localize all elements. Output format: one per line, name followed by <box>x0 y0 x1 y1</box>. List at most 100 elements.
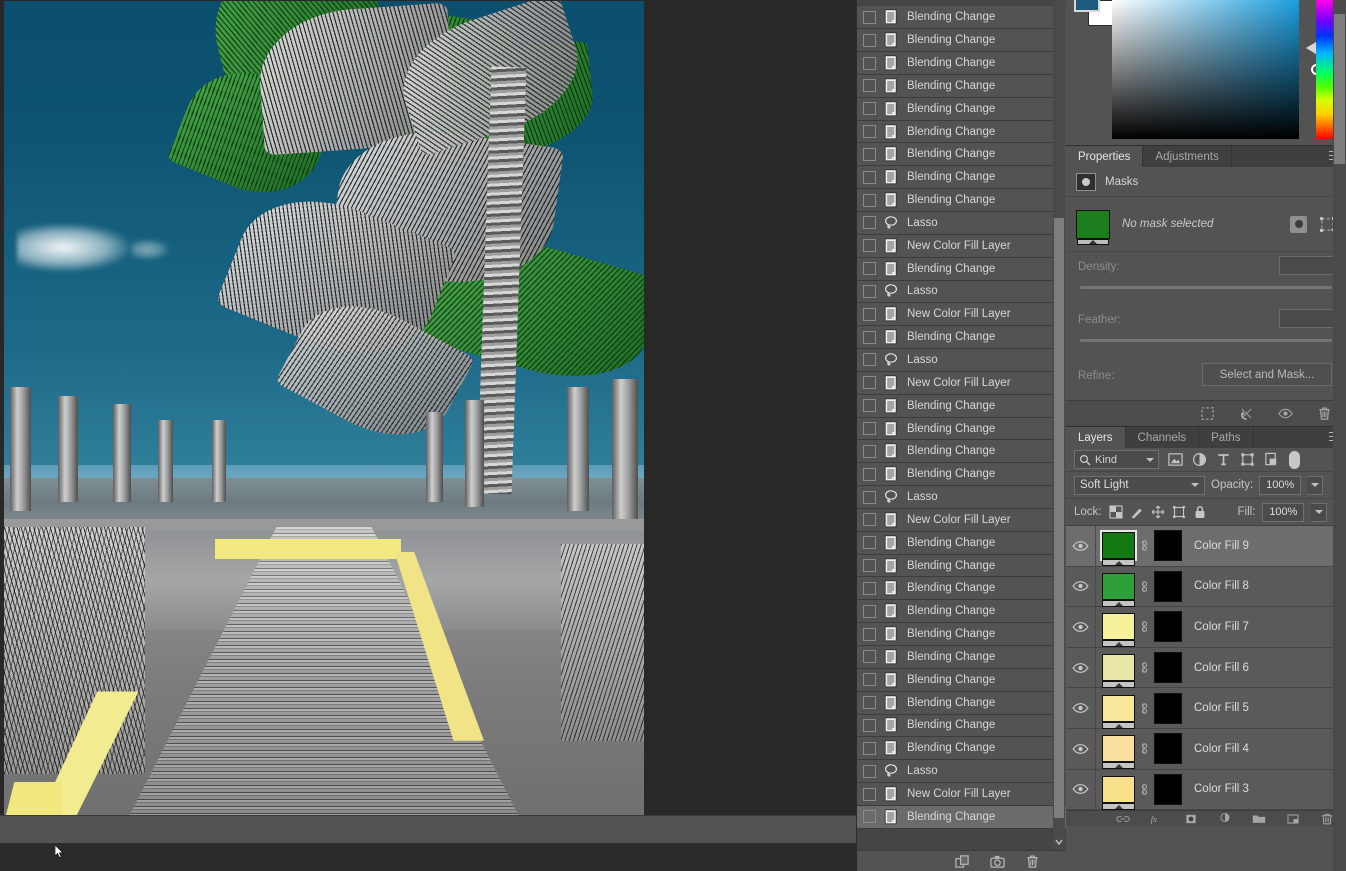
adjustment-layer-filter-icon[interactable] <box>1192 452 1207 467</box>
layer-fill-thumbnail[interactable] <box>1102 694 1135 729</box>
select-and-mask-button[interactable]: Select and Mask... <box>1202 363 1332 386</box>
layers-scrollbar-thumb[interactable] <box>1334 14 1345 164</box>
layer-thumbnails[interactable] <box>1096 773 1182 810</box>
apply-mask-icon[interactable] <box>1239 406 1254 421</box>
layer-thumbnails[interactable] <box>1096 530 1182 567</box>
blend-mode-select[interactable]: Soft Light <box>1074 475 1205 495</box>
history-item[interactable]: Blending Change <box>857 394 1066 418</box>
history-item[interactable]: Blending Change <box>857 805 1066 829</box>
layer-visibility-toggle[interactable] <box>1066 688 1096 728</box>
history-item-snapshot-checkbox[interactable] <box>863 627 876 641</box>
history-item-snapshot-checkbox[interactable] <box>863 262 876 276</box>
history-item-snapshot-checkbox[interactable] <box>863 376 876 390</box>
mask-source-thumbnail[interactable] <box>1076 209 1110 245</box>
layer-visibility-toggle[interactable] <box>1066 526 1096 566</box>
history-item[interactable]: Blending Change <box>857 29 1066 53</box>
history-item-snapshot-checkbox[interactable] <box>863 284 876 298</box>
history-scrollbar-thumb[interactable] <box>1054 218 1064 818</box>
pixel-layer-filter-icon[interactable] <box>1168 452 1183 467</box>
history-item[interactable]: Blending Change <box>857 52 1066 75</box>
history-item-snapshot-checkbox[interactable] <box>863 718 876 732</box>
fill-input[interactable]: 100% <box>1262 502 1305 522</box>
history-item-snapshot-checkbox[interactable] <box>863 399 876 413</box>
layer-mask-thumbnail[interactable] <box>1154 733 1182 765</box>
history-item-snapshot-checkbox[interactable] <box>863 444 876 458</box>
history-item[interactable]: Blending Change <box>857 714 1066 738</box>
tab-channels[interactable]: Channels <box>1125 427 1200 448</box>
filter-kind-select[interactable]: Kind <box>1074 450 1159 469</box>
lock-position-icon[interactable] <box>1151 505 1165 519</box>
history-item[interactable]: Blending Change <box>857 600 1066 624</box>
history-item[interactable]: Lasso <box>857 211 1066 235</box>
history-item-snapshot-checkbox[interactable] <box>863 810 876 824</box>
density-input[interactable] <box>1279 256 1336 275</box>
history-item-snapshot-checkbox[interactable] <box>863 764 876 778</box>
layer-mask-thumbnail[interactable] <box>1154 652 1182 684</box>
link-icon[interactable] <box>1140 620 1149 633</box>
properties-footer[interactable] <box>1066 400 1346 426</box>
layer-filter-row[interactable]: Kind <box>1066 448 1346 472</box>
history-item-snapshot-checkbox[interactable] <box>863 79 876 93</box>
tab-properties[interactable]: Properties <box>1066 146 1144 167</box>
tab-adjustments[interactable]: Adjustments <box>1143 146 1232 167</box>
history-item[interactable]: Blending Change <box>857 463 1066 487</box>
layers-tab-bar[interactable]: Layers Channels Paths <box>1066 426 1346 448</box>
history-item[interactable]: Lasso <box>857 760 1066 784</box>
density-row[interactable]: Density: <box>1066 252 1346 305</box>
history-item[interactable]: Blending Change <box>857 166 1066 190</box>
history-item-snapshot-checkbox[interactable] <box>863 10 876 24</box>
fill-stepper[interactable] <box>1311 502 1328 522</box>
marquee-icon[interactable] <box>1200 406 1215 421</box>
history-item[interactable]: Blending Change <box>857 646 1066 669</box>
layer-fill-thumbnail[interactable] <box>1102 654 1135 689</box>
history-item-snapshot-checkbox[interactable] <box>863 170 876 184</box>
layer-thumbnails[interactable] <box>1096 570 1182 607</box>
link-icon[interactable] <box>1140 702 1149 715</box>
layer-visibility-toggle[interactable] <box>1066 769 1096 810</box>
hue-marker[interactable] <box>1306 42 1316 54</box>
foreground-color-swatch[interactable] <box>1074 0 1100 12</box>
trash-icon[interactable] <box>1317 406 1332 421</box>
history-item-snapshot-checkbox[interactable] <box>863 513 876 527</box>
feather-slider[interactable] <box>1080 339 1332 342</box>
history-item[interactable]: Blending Change <box>857 257 1066 281</box>
smart-object-filter-icon[interactable] <box>1264 452 1279 467</box>
layer-fill-thumbnail[interactable] <box>1102 572 1135 607</box>
layer-visibility-toggle[interactable] <box>1066 647 1096 688</box>
layer-fill-thumbnail[interactable] <box>1102 735 1135 770</box>
history-item[interactable]: Blending Change <box>857 440 1066 464</box>
history-item-snapshot-checkbox[interactable] <box>863 56 876 70</box>
history-scrollbar[interactable] <box>1053 0 1065 850</box>
history-item-snapshot-checkbox[interactable] <box>863 147 876 161</box>
filter-enable-toggle[interactable] <box>1289 450 1300 469</box>
history-item[interactable]: New Color Fill Layer <box>857 371 1066 395</box>
history-item-snapshot-checkbox[interactable] <box>863 604 876 618</box>
history-item[interactable]: Blending Change <box>857 326 1066 350</box>
history-item[interactable]: New Color Fill Layer <box>857 234 1066 258</box>
layers-panel[interactable]: Layers Channels Paths Kind Soft Light Op… <box>1066 0 1346 871</box>
lock-transparent-pixels-icon[interactable] <box>1108 505 1123 519</box>
link-icon[interactable] <box>1140 580 1149 593</box>
history-item[interactable]: Blending Change <box>857 668 1066 692</box>
history-item[interactable]: Lasso <box>857 349 1066 372</box>
lock-image-pixels-icon[interactable] <box>1130 505 1144 519</box>
history-item-snapshot-checkbox[interactable] <box>863 741 876 755</box>
tab-paths[interactable]: Paths <box>1199 427 1254 448</box>
history-item-snapshot-checkbox[interactable] <box>863 353 876 367</box>
layer-fill-thumbnail[interactable] <box>1102 775 1135 810</box>
history-item[interactable]: Lasso <box>857 280 1066 304</box>
layer-mask-thumbnail[interactable] <box>1154 773 1182 805</box>
history-item-snapshot-checkbox[interactable] <box>863 33 876 47</box>
history-item-snapshot-checkbox[interactable] <box>863 467 876 481</box>
layer-thumbnails[interactable] <box>1096 692 1182 729</box>
right-dock[interactable]: Properties Adjustments Masks No mask sel… <box>1066 0 1346 871</box>
history-item-snapshot-checkbox[interactable] <box>863 193 876 207</box>
layers-scrollbar[interactable] <box>1333 0 1346 871</box>
adjustment-icon[interactable] <box>1218 812 1232 825</box>
lock-all-icon[interactable] <box>1193 505 1207 519</box>
new-layer-icon[interactable] <box>1286 813 1300 825</box>
feather-input[interactable] <box>1279 309 1336 328</box>
history-item[interactable]: Blending Change <box>857 74 1066 98</box>
layer-fill-thumbnail[interactable] <box>1102 613 1135 648</box>
history-item[interactable]: Blending Change <box>857 6 1066 30</box>
